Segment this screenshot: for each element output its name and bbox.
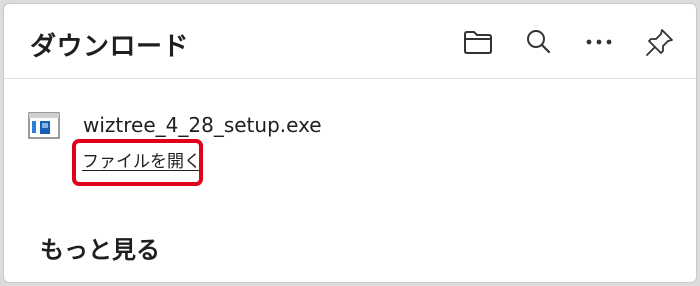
file-name: wiztree_4_28_setup.exe (83, 113, 322, 137)
open-folder-button[interactable] (458, 22, 498, 62)
pin-button[interactable] (640, 22, 680, 62)
panel-title: ダウンロード (30, 32, 190, 62)
open-file-link[interactable]: ファイルを開く (82, 147, 201, 172)
pin-icon (646, 29, 673, 56)
search-icon (527, 30, 551, 54)
downloads-panel: ダウンロード wiztree_4_28_setup.exe ファイルを開く もっ… (3, 3, 697, 283)
folder-icon (464, 31, 492, 54)
search-button[interactable] (518, 22, 558, 62)
see-more-link[interactable]: もっと見る (40, 230, 160, 265)
more-options-button[interactable] (579, 22, 619, 62)
download-item: wiztree_4_28_setup.exe ファイルを開く (28, 109, 668, 189)
more-icon (586, 39, 612, 45)
exe-file-icon (28, 112, 60, 139)
downloads-header: ダウンロード (4, 4, 696, 79)
